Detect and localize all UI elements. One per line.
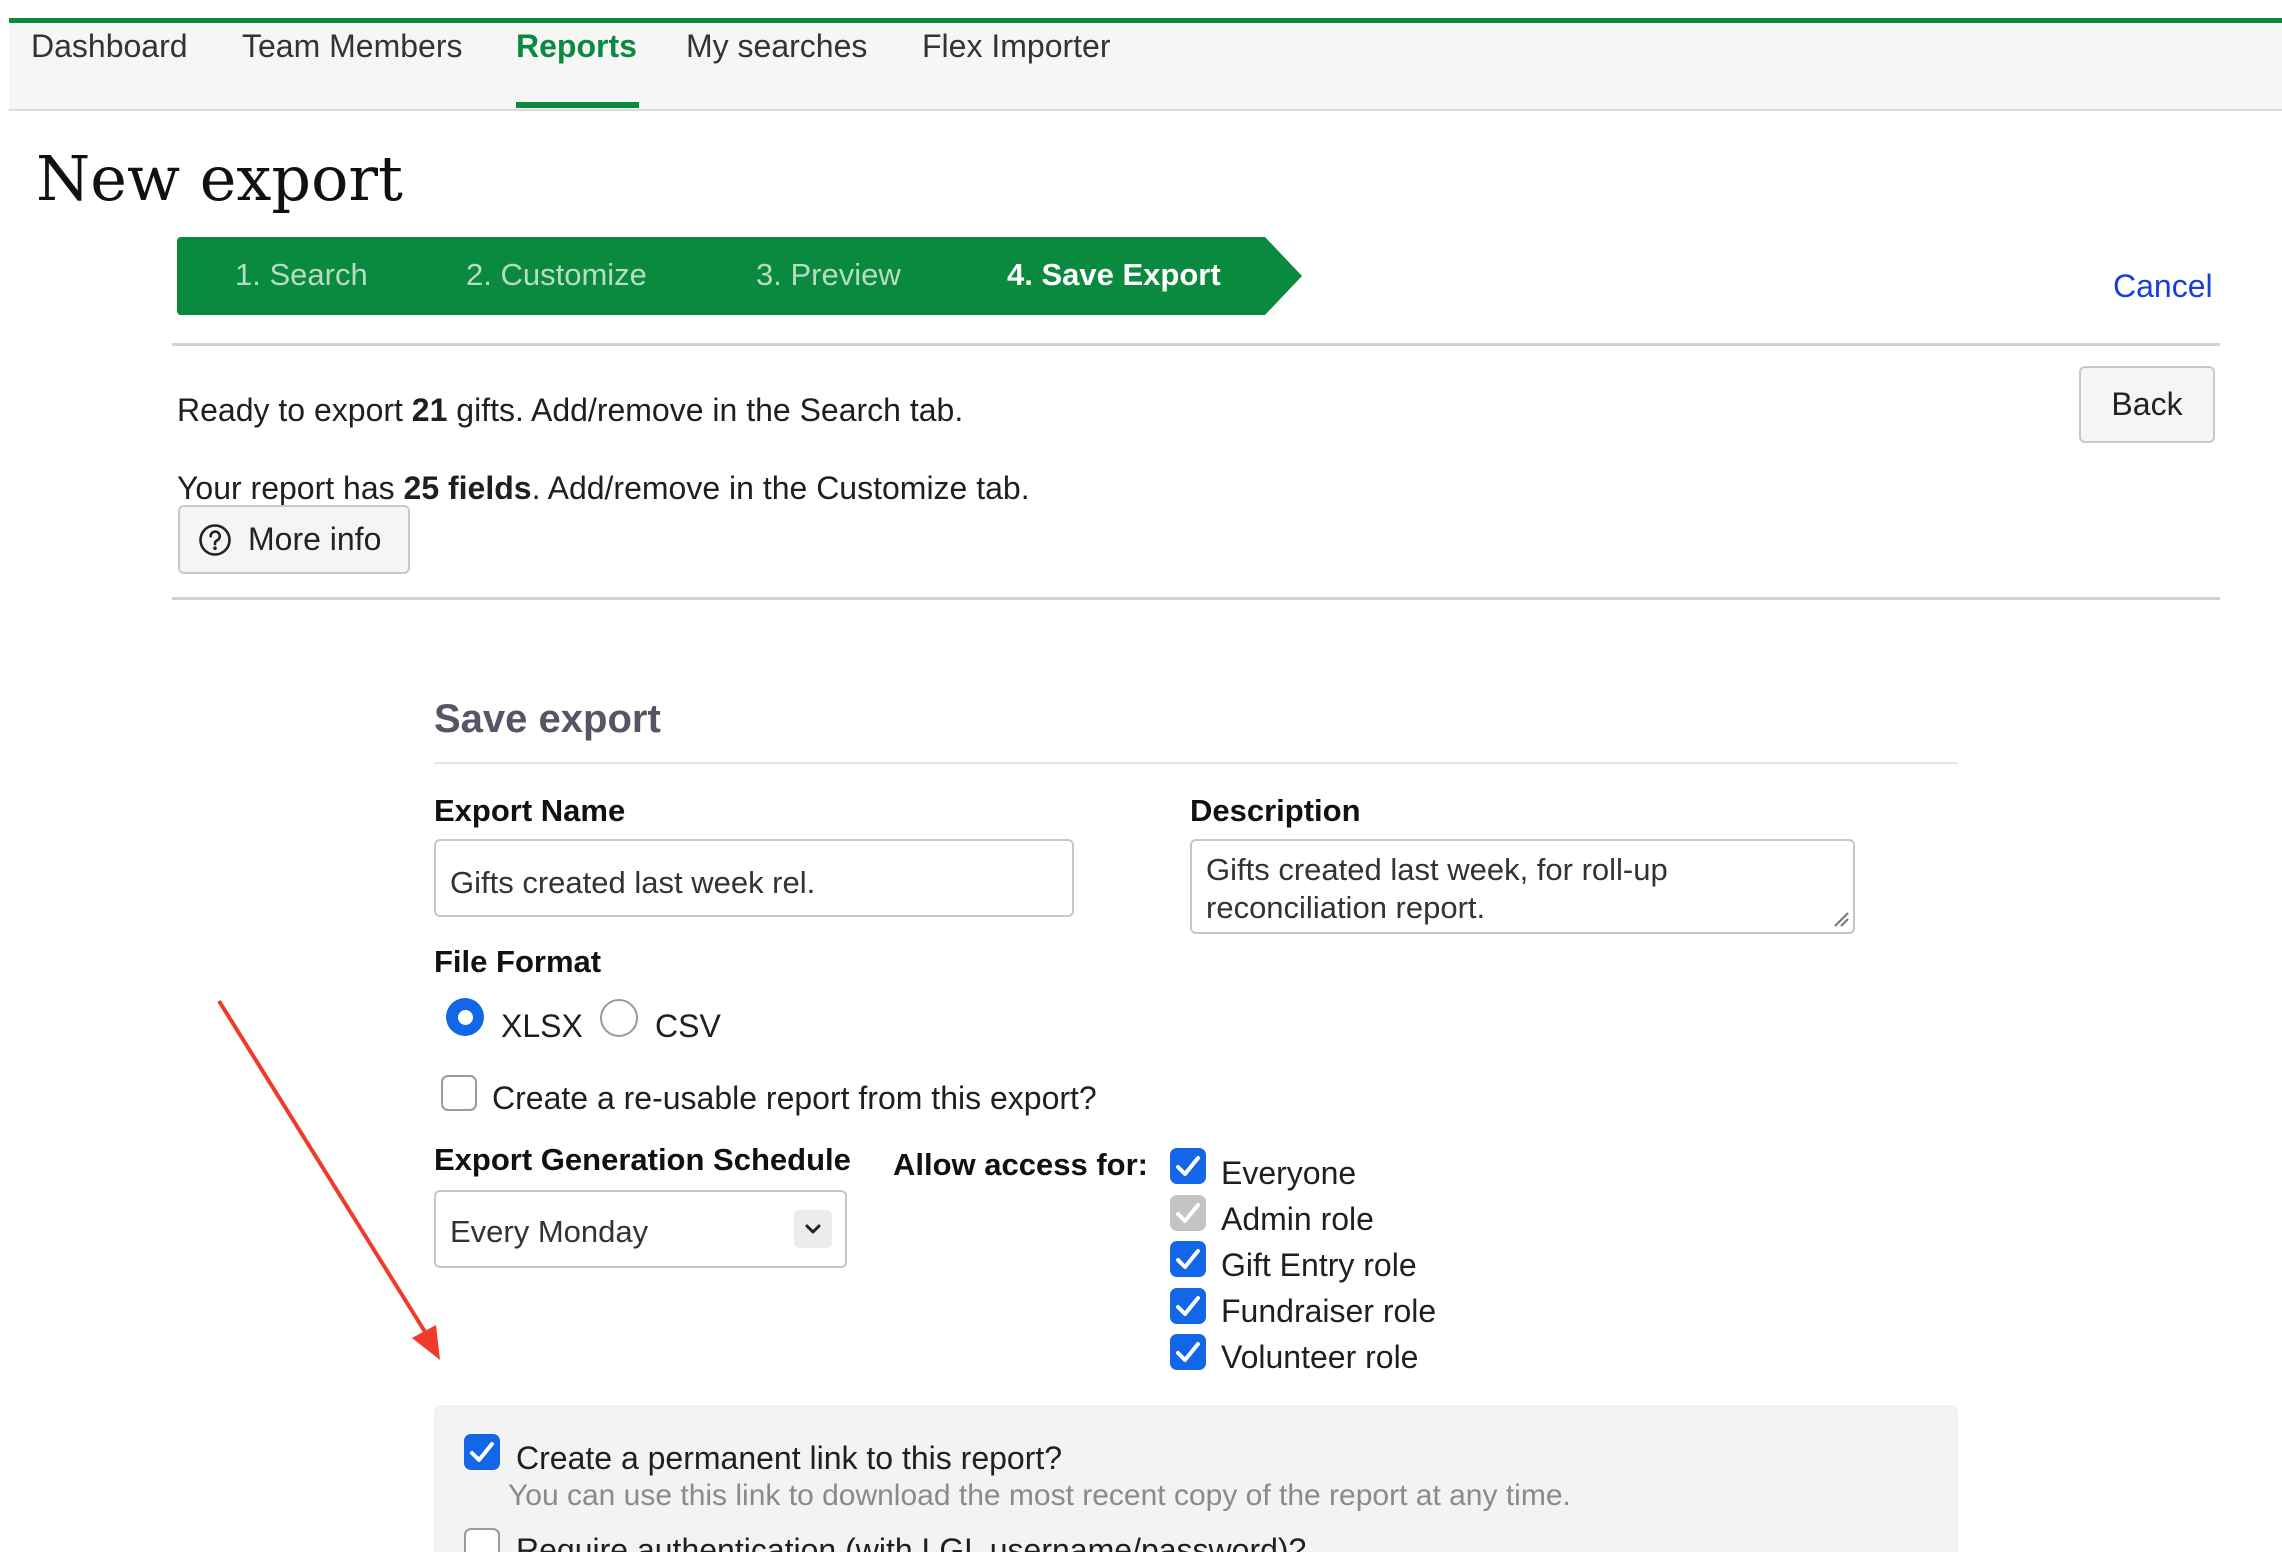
radio-csv[interactable] [600, 999, 638, 1037]
file-format-label: File Format [434, 944, 602, 979]
divider [434, 762, 1958, 764]
access-volunteer-label: Volunteer role [1221, 1339, 1419, 1375]
export-name-label: Export Name [434, 793, 626, 828]
reusable-report-checkbox[interactable] [441, 1075, 477, 1111]
description-textarea[interactable]: Gifts created last week, for roll-up rec… [1190, 839, 1855, 934]
wizard-step-preview[interactable]: 3. Preview [756, 257, 901, 293]
wizard-step-search[interactable]: 1. Search [235, 257, 368, 293]
field-count: 25 fields [403, 470, 532, 506]
nav-team-members[interactable]: Team Members [242, 28, 463, 65]
divider [172, 343, 2220, 346]
auth-checkbox[interactable] [464, 1528, 500, 1552]
access-gift-entry-label: Gift Entry role [1221, 1247, 1417, 1283]
permalink-label: Create a permanent link to this report? [516, 1440, 1063, 1476]
access-everyone-checkbox[interactable] [1170, 1148, 1206, 1184]
chevron-down-icon[interactable] [794, 1210, 832, 1248]
annotation-arrow-icon [217, 999, 440, 1360]
access-admin-checkbox [1170, 1195, 1206, 1231]
radio-xlsx[interactable] [446, 998, 484, 1036]
description-label: Description [1190, 793, 1361, 828]
radio-xlsx-label: XLSX [501, 1008, 583, 1044]
nav-flex-importer[interactable]: Flex Importer [922, 28, 1110, 65]
access-fundraiser-label: Fundraiser role [1221, 1293, 1437, 1329]
access-gift-entry-checkbox[interactable] [1170, 1241, 1206, 1277]
permalink-checkbox[interactable] [464, 1434, 500, 1470]
page-title: New export [36, 142, 403, 215]
cancel-link[interactable]: Cancel [2113, 268, 2213, 305]
nav-my-searches[interactable]: My searches [686, 28, 867, 65]
access-fundraiser-checkbox[interactable] [1170, 1288, 1206, 1324]
auth-row-clipped: Require authentication (with LGL usernam… [464, 1526, 1864, 1552]
nav-active-indicator [516, 102, 639, 108]
access-everyone-label: Everyone [1221, 1155, 1357, 1191]
access-label: Allow access for: [893, 1147, 1148, 1182]
field-count-text: Your report has 25 fields. Add/remove in… [177, 470, 1030, 506]
gift-count: 21 [411, 392, 448, 428]
permalink-hint: You can use this link to download the mo… [508, 1479, 1571, 1512]
help-circle-icon [199, 523, 231, 556]
more-info-label: More info [248, 521, 382, 557]
divider [172, 597, 2220, 600]
access-volunteer-checkbox[interactable] [1170, 1334, 1206, 1370]
access-admin-label: Admin role [1221, 1201, 1374, 1237]
more-info-button[interactable]: More info [178, 505, 410, 574]
schedule-select[interactable]: Every Monday [434, 1190, 847, 1268]
section-title: Save export [434, 697, 661, 741]
resize-handle-icon[interactable] [1832, 910, 1850, 928]
nav-dashboard[interactable]: Dashboard [31, 28, 188, 65]
gift-count-text: Ready to export 21 gifts. Add/remove in … [177, 392, 964, 428]
reusable-report-label: Create a re-usable report from this expo… [492, 1080, 1097, 1116]
wizard-step-save-export[interactable]: 4. Save Export [1007, 257, 1221, 293]
radio-csv-label: CSV [655, 1008, 721, 1044]
back-button[interactable]: Back [2079, 366, 2215, 443]
nav-reports[interactable]: Reports [516, 28, 637, 65]
auth-label: Require authentication (with LGL usernam… [516, 1532, 1307, 1552]
wizard-step-customize[interactable]: 2. Customize [466, 257, 647, 293]
schedule-label: Export Generation Schedule [434, 1142, 851, 1177]
schedule-selected-value: Every Monday [450, 1214, 649, 1249]
export-name-input[interactable]: Gifts created last week rel. [434, 839, 1074, 917]
